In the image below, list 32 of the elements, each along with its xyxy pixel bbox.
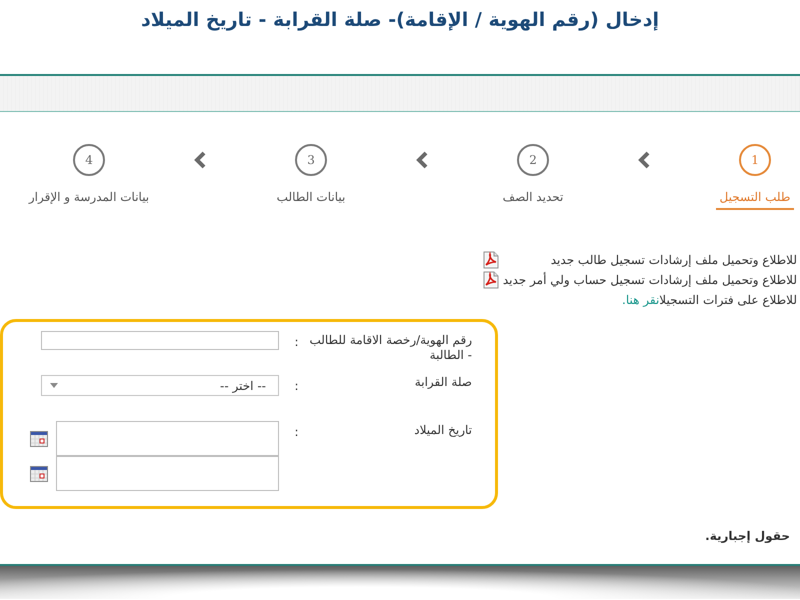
guide-text: للاطلاع وتحميل ملف إرشادات تسجيل حساب ولي أمر جديد <box>502 271 797 289</box>
click-here-link[interactable]: انقر هنا. <box>622 293 660 307</box>
step-label: طلب التسجيل <box>716 188 794 210</box>
date-input[interactable] <box>56 456 279 491</box>
chevron-left-icon <box>637 151 651 169</box>
step-number: 3 <box>295 144 327 176</box>
caret-down-icon <box>50 383 58 388</box>
guide-text: للاطلاع وتحميل ملف إرشادات تسجيل طالب جديد <box>550 252 797 269</box>
pdf-icon[interactable] <box>482 251 499 269</box>
guide-text: للاطلاع على فترات التسجيلانقر هنا. <box>621 292 797 309</box>
text-input[interactable] <box>41 331 279 350</box>
chevron-left-icon <box>193 151 207 169</box>
step-label: بيانات الطالب <box>276 189 346 206</box>
colon-text: : <box>293 424 300 440</box>
date-input[interactable] <box>56 421 279 456</box>
relation-select[interactable]: -- اختر -- <box>41 375 279 396</box>
calendar-icon[interactable] <box>30 430 48 446</box>
step-number: 1 <box>739 144 771 176</box>
field-label: تاريخ الميلاد <box>413 422 472 438</box>
page-title: إدخال (رقم الهوية / الإقامة)- صلة القرابة - تاريخ الميلاد <box>140 8 660 33</box>
field-label: صلة القرابة <box>414 375 472 390</box>
step-number: 4 <box>73 144 105 176</box>
step-label: بيانات المدرسة و الإقرار <box>27 189 150 206</box>
step-number: 2 <box>517 144 549 176</box>
step-label: تحديد الصف <box>502 189 564 206</box>
colon-text: : <box>293 334 300 350</box>
chevron-left-icon <box>415 151 429 169</box>
field-label: رقم الهوية/رخصة الاقامة للطالب - الطالبة <box>308 332 472 363</box>
colon-text: : <box>293 378 300 394</box>
required-fields-note: حقول إجبارية. <box>704 528 791 545</box>
pdf-icon[interactable] <box>482 271 499 289</box>
calendar-icon[interactable] <box>30 466 48 482</box>
